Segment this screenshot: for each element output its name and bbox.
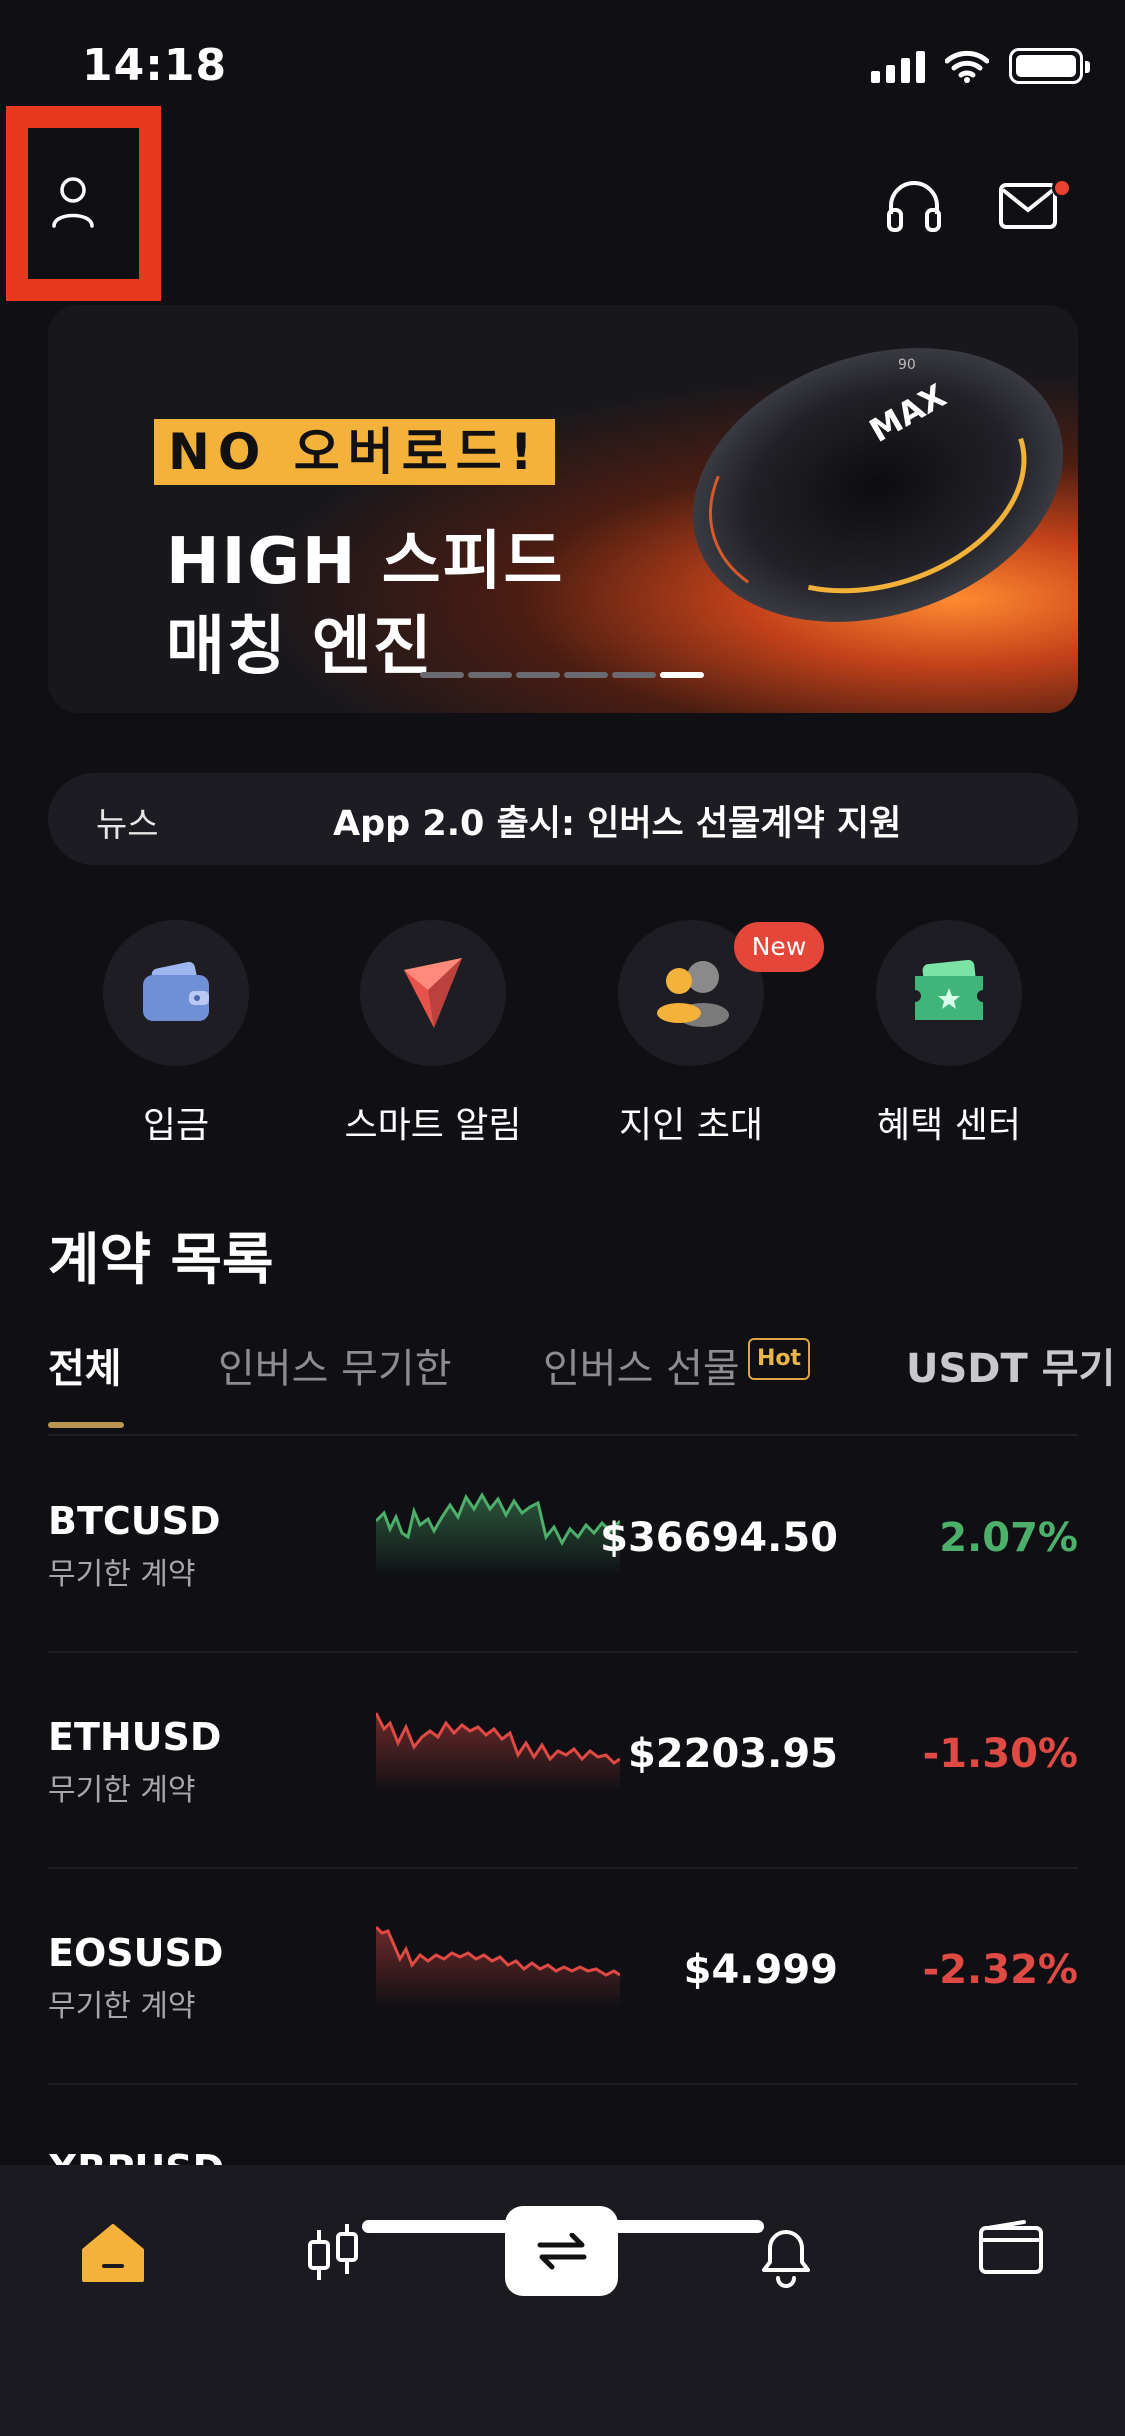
row-type: 무기한 계약 [48,1773,196,1808]
speed-dial-graphic: MAX 90 [692,348,1064,622]
promo-banner[interactable]: MAX 90 NO 오버로드! HIGH 스피드 매칭 엔진 [48,305,1078,713]
row-symbol: EOSUSD [48,1931,224,1975]
row-type: 무기한 계약 [48,1989,196,2024]
quick-action-smart-alert[interactable]: 스마트 알림 [333,920,533,1148]
row-type: 무기한 계약 [48,1557,196,1592]
cellular-signal-icon [871,49,925,83]
hot-badge: Hot [748,1338,810,1380]
dial-number: 90 [898,357,916,373]
row-change: 2.07% [939,1515,1078,1561]
tab-usdt-perpetual[interactable]: USDT 무기 [906,1336,1115,1394]
tab-active-indicator [48,1422,124,1428]
news-ticker[interactable]: 뉴스 App 2.0 출시: 인버스 선물계약 지원 [48,773,1078,865]
profile-icon [52,177,94,228]
invite-friends-icon [657,961,729,1027]
tab-all[interactable]: 전체 [48,1336,122,1394]
contract-row-ethusd[interactable]: ETHUSD 무기한 계약 $2203.95 -1.30% [48,1653,1078,1869]
banner-pager [420,672,704,678]
new-badge: New [734,922,824,972]
wifi-icon [945,50,989,83]
banner-headline-2: 매칭 엔진 [166,610,434,684]
bottom-nav [0,2165,1125,2436]
quick-action-label: 지인 초대 [619,1105,763,1146]
banner-tag: NO 오버로드! [154,419,555,485]
row-symbol: BTCUSD [48,1499,221,1543]
mail-icon[interactable] [998,182,1058,230]
home-indicator [362,2220,764,2233]
swap-arrows-icon [537,2232,586,2270]
news-label: 뉴스 [96,805,159,845]
row-symbol: ETHUSD [48,1715,222,1759]
quick-action-deposit[interactable]: 입금 [76,920,276,1148]
contract-tabs: 전체 인버스 무기한 인버스 선물 Hot USDT 무기 [48,1330,1115,1436]
banner-headline-1: HIGH 스피드 [166,525,565,599]
profile-button[interactable] [6,106,161,301]
news-text: App 2.0 출시: 인버스 선물계약 지원 [333,804,902,844]
sparkline-chart [376,1491,620,1577]
quick-action-rewards[interactable]: 혜택 센터 [849,920,1049,1148]
quick-action-label: 혜택 센터 [877,1105,1021,1146]
unread-dot [1052,178,1072,198]
contracts-title: 계약 목록 [48,1228,274,1293]
rewards-ticket-icon [915,960,983,1020]
contract-row-btcusd[interactable]: BTCUSD 무기한 계약 $36694.50 2.07% [48,1437,1078,1653]
top-nav [0,100,1125,310]
wallet-icon[interactable] [978,2220,1044,2276]
row-price: $2203.95 [627,1731,838,1777]
quick-action-label: 스마트 알림 [344,1105,522,1146]
smart-alert-icon [404,958,462,1028]
bell-icon[interactable] [756,2220,816,2288]
row-price: $4.999 [683,1947,838,1993]
quick-action-label: 입금 [142,1105,210,1146]
headset-support-icon[interactable] [885,180,943,236]
wallet-icon [143,961,209,1021]
home-icon[interactable] [80,2220,146,2284]
status-icons [871,48,1090,84]
row-change: -1.30% [922,1731,1078,1777]
row-change: -2.32% [922,1947,1078,1993]
sparkline-chart [376,1925,620,2009]
status-time: 14:18 [82,40,228,91]
battery-icon [1009,48,1090,84]
tab-inverse-perpetual[interactable]: 인버스 무기한 [218,1336,452,1394]
sparkline-chart [376,1712,620,1793]
contract-row-eosusd[interactable]: EOSUSD 무기한 계약 $4.999 -2.32% [48,1869,1078,2085]
row-price: $36694.50 [600,1515,838,1561]
tab-inverse-futures[interactable]: 인버스 선물 [543,1336,740,1394]
candlestick-icon[interactable] [305,2220,361,2288]
